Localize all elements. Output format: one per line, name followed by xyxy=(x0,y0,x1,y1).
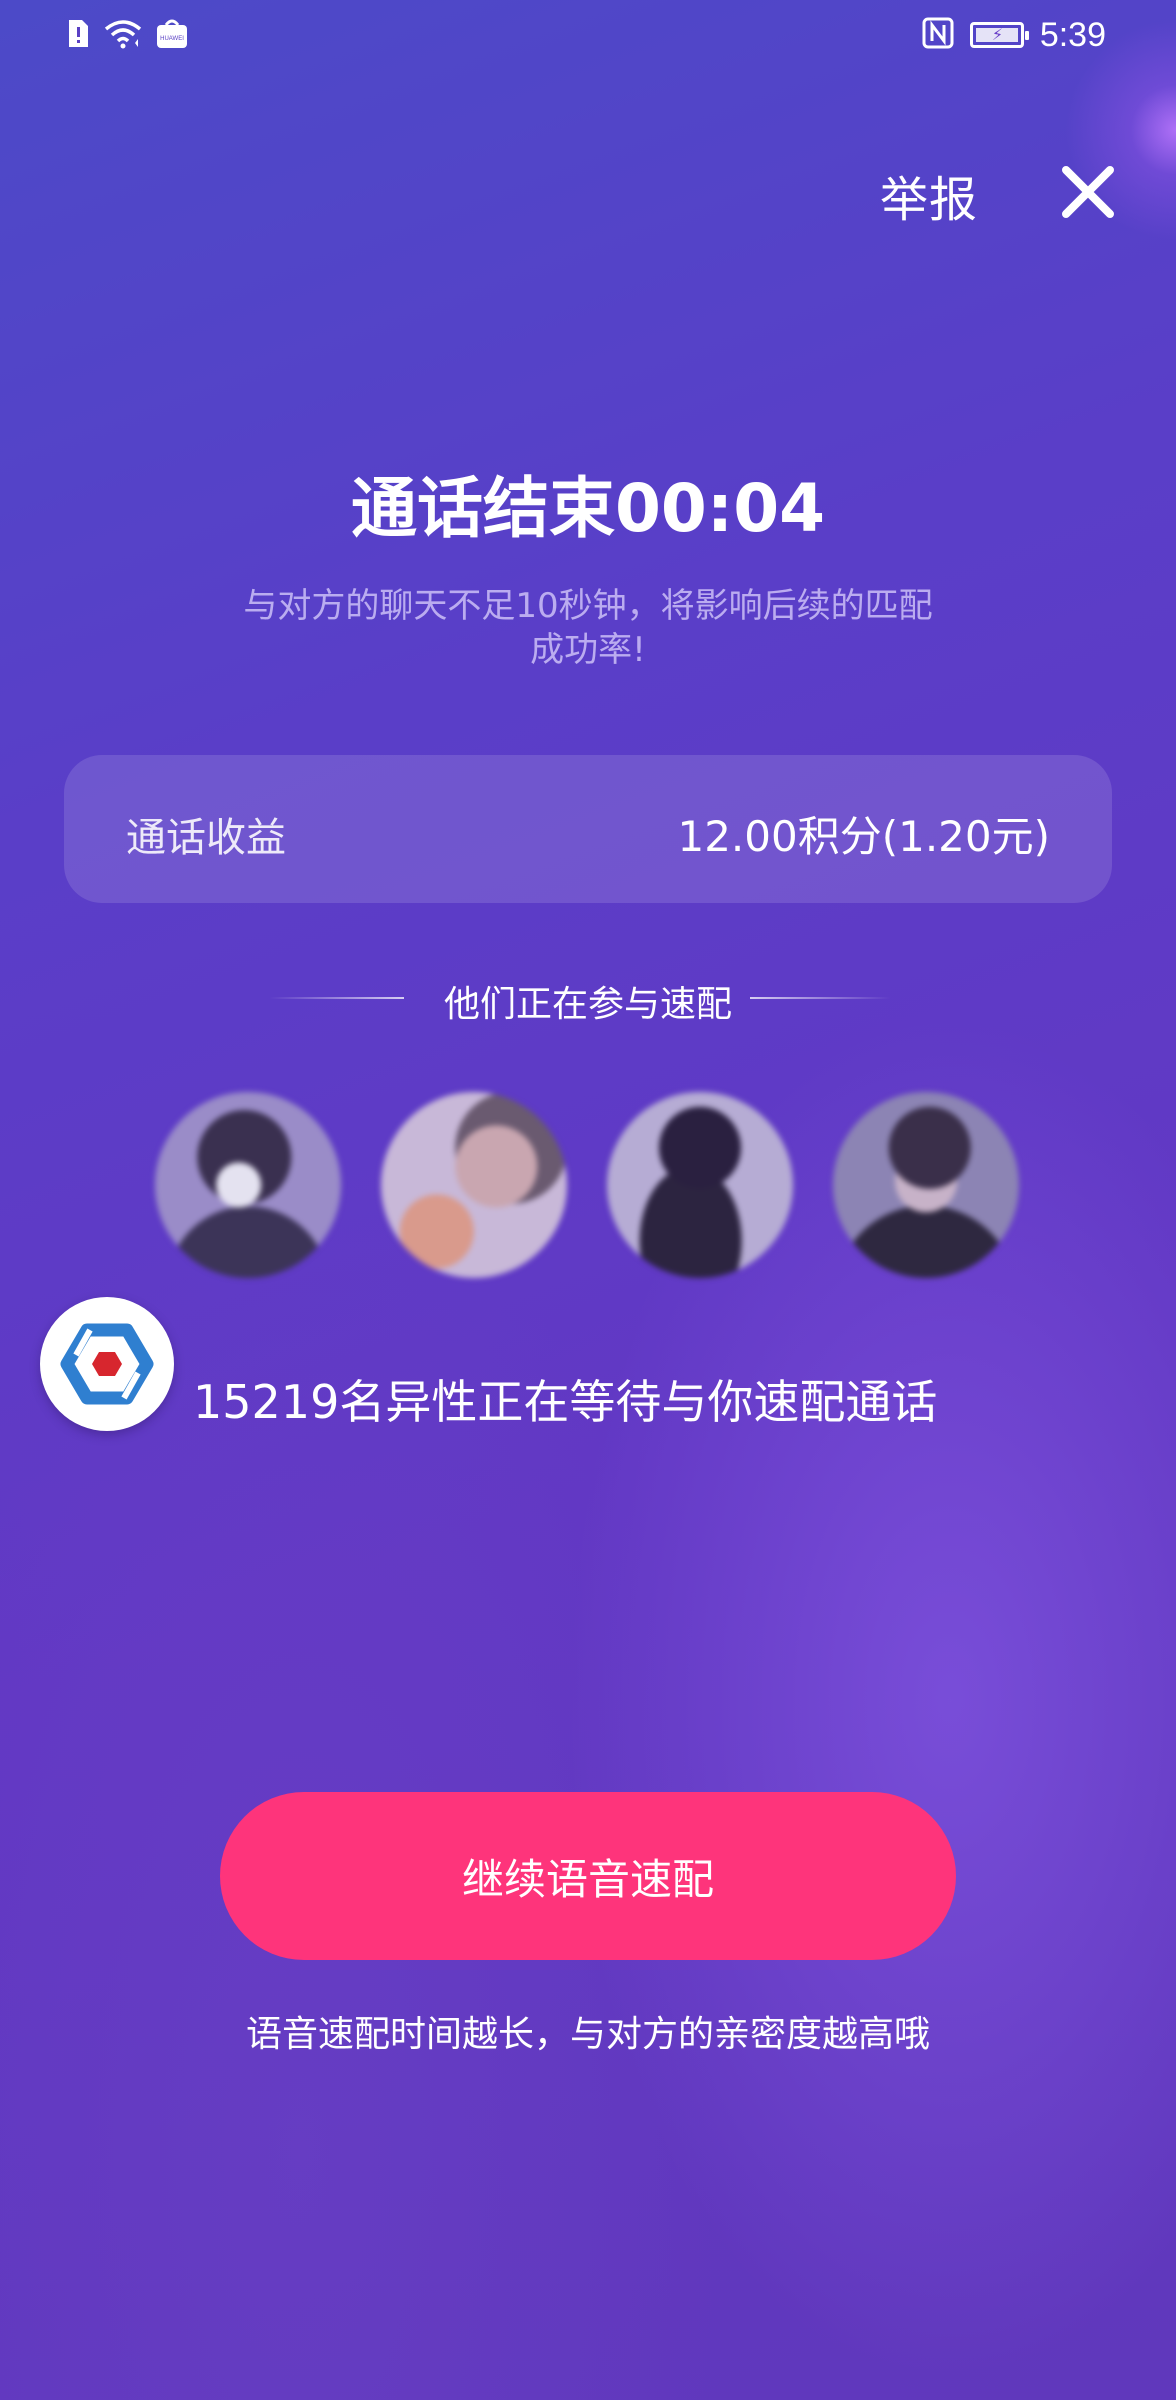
voice-match-hint: 语音速配时间越长，与对方的亲密度越高哦 xyxy=(245,2014,930,2055)
nfc-icon xyxy=(922,17,954,53)
avatar[interactable] xyxy=(381,1092,567,1278)
avatar[interactable] xyxy=(607,1092,793,1278)
earnings-value: 12.00积分(1.20元) xyxy=(677,812,1050,861)
report-button[interactable]: 举报 xyxy=(880,160,978,230)
divider-line-right xyxy=(750,997,890,999)
sim-alert-icon xyxy=(66,19,90,53)
close-icon xyxy=(1062,166,1114,218)
earnings-label: 通话收益 xyxy=(126,815,286,861)
status-time: 5:39 xyxy=(1039,15,1106,54)
status-left-icons: HUAWEI xyxy=(66,18,188,54)
close-button[interactable] xyxy=(1058,162,1118,222)
avatar[interactable] xyxy=(833,1092,1019,1278)
avatar[interactable] xyxy=(155,1092,341,1278)
hexagon-logo-icon xyxy=(60,1323,154,1405)
svg-text:HUAWEI: HUAWEI xyxy=(160,36,184,42)
continue-voice-match-button[interactable]: 继续语音速配 xyxy=(220,1792,956,1960)
call-ended-title: 通话结束00:04 xyxy=(350,470,826,547)
waiting-count-text: 15219名异性正在等待与你速配通话 xyxy=(193,1375,938,1429)
status-bar: HUAWEI ⚡ 5:39 xyxy=(0,0,1176,72)
call-ended-screen: HUAWEI ⚡ 5:39 举报 通话结束00:04 与对方的聊天不足10秒钟，… xyxy=(0,0,1176,2400)
floating-app-badge[interactable] xyxy=(40,1297,174,1431)
wifi-icon xyxy=(104,19,142,53)
participants-section-title: 他们正在参与速配 xyxy=(443,984,732,1025)
earnings-card: 通话收益 12.00积分(1.20元) xyxy=(64,755,1112,903)
call-warning-text: 与对方的聊天不足10秒钟，将影响后续的匹配成功率! xyxy=(243,586,933,670)
status-right-icons: ⚡ 5:39 xyxy=(922,14,1106,56)
battery-charging-icon: ⚡ xyxy=(969,22,1029,48)
huawei-app-icon: HUAWEI xyxy=(156,19,188,53)
